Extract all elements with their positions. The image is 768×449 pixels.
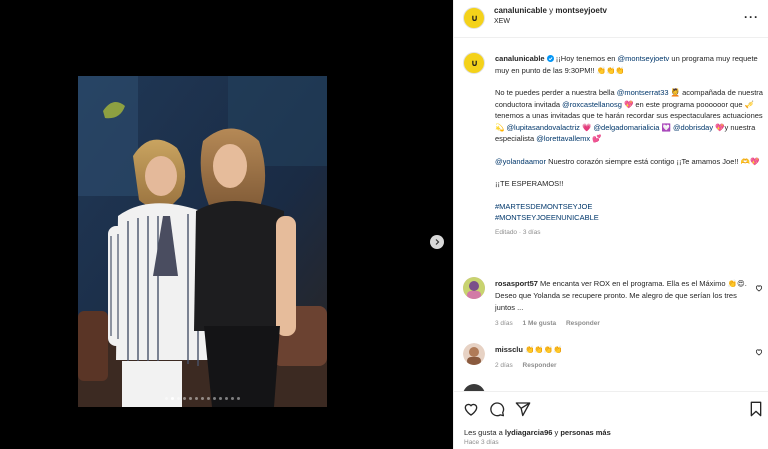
mention-link[interactable]: @delgadomarialicia (593, 123, 659, 132)
carousel-dot (225, 397, 228, 400)
unicable-logo-icon: ∪ (470, 12, 478, 23)
bookmark-icon (750, 401, 762, 417)
carousel-dot (171, 397, 174, 400)
likes-summary: Les gusta a lydiagarcia96 y personas más (464, 428, 611, 437)
photo-illustration (78, 76, 327, 407)
carousel-dot (189, 397, 192, 400)
media-pane (0, 0, 453, 449)
commenter-avatar[interactable] (463, 384, 485, 391)
caption-username[interactable]: canalunicable (495, 54, 545, 63)
mention-link[interactable]: @yolandaamor (495, 157, 546, 166)
caption-text: ¡¡TE ESPERAMOS!! (495, 179, 564, 188)
comment-icon (490, 402, 505, 417)
carousel-dot (219, 397, 222, 400)
comment-text: 👏👏👏👏 (522, 345, 563, 354)
carousel-dot (177, 397, 180, 400)
comment-likes[interactable]: 1 Me gusta (523, 320, 557, 327)
caption-text: 💕 (590, 134, 602, 143)
commenter-avatar[interactable] (463, 343, 485, 365)
carousel-dot (231, 397, 234, 400)
mention-link[interactable]: @lorettavallemx (536, 134, 590, 143)
carousel-dot (183, 397, 186, 400)
comment-item: rosasport57 Me encanta ver ROX en el pro… (495, 278, 757, 330)
account-link[interactable]: canalunicable (494, 6, 547, 15)
comment-button[interactable] (489, 401, 505, 417)
liker-username[interactable]: lydiagarcia96 (505, 428, 553, 437)
heart-icon (755, 285, 763, 292)
canalunicable-avatar[interactable]: ∪ (463, 7, 485, 29)
reply-button[interactable]: Responder (566, 320, 600, 327)
likes-prefix: Les gusta a (464, 428, 505, 437)
commenter-avatar[interactable] (463, 277, 485, 299)
caption-text: 💟 (659, 122, 673, 132)
comments-scroll[interactable]: ∪ canalunicable ¡¡Hoy tenemos en @montse… (454, 38, 768, 391)
unicable-logo-icon: ∪ (470, 57, 478, 68)
hashtag-link[interactable]: #MARTESDEMONTSEYJOE (495, 201, 763, 213)
hashtag-link[interactable]: #MONTSEYJOEENUNICABLE (495, 212, 763, 224)
chevron-right-icon (435, 239, 440, 245)
edited-timestamp: Editado · 3 días (495, 228, 541, 236)
send-icon (515, 402, 531, 417)
user-photo-icon (463, 343, 485, 365)
mention-link[interactable]: @roxcastellanosg (562, 100, 622, 109)
like-comment-button[interactable] (755, 348, 763, 358)
comment-age: 2 días (495, 362, 513, 369)
mention-link[interactable]: @montseyjoetv (618, 54, 670, 63)
carousel-dots (78, 397, 327, 400)
post-header: ∪ canalunicable y montseyjoetv XEW ··· (454, 0, 768, 38)
collaborator-link[interactable]: montseyjoetv (555, 6, 607, 15)
like-button[interactable] (463, 401, 479, 417)
like-comment-button[interactable] (755, 284, 763, 294)
mention-link[interactable]: @dobrisday (673, 123, 713, 132)
comment-meta: 3 días 1 Me gusta Responder (495, 318, 757, 330)
caption-avatar[interactable]: ∪ (463, 52, 485, 74)
comment-item: missclu 👏👏👏👏 2 días Responder (495, 344, 757, 372)
mention-link[interactable]: @montserrat33 (617, 88, 669, 97)
mention-link[interactable]: @lupitasandovalactriz (506, 123, 579, 132)
heart-icon (755, 349, 763, 356)
more-options-icon[interactable]: ··· (744, 10, 759, 24)
post-panel: ∪ canalunicable y montseyjoetv XEW ··· ∪… (453, 0, 768, 449)
reply-button[interactable]: Responder (523, 362, 557, 369)
instagram-post-modal: ∪ canalunicable y montseyjoetv XEW ··· ∪… (0, 0, 768, 449)
carousel-dot (195, 397, 198, 400)
header-subtitle[interactable]: XEW (494, 18, 510, 25)
carousel-dot (165, 397, 168, 400)
other-likers-link[interactable]: personas más (560, 428, 610, 437)
carousel-dot (201, 397, 204, 400)
caption-text: Nuestro corazón siempre está contigo ¡¡T… (545, 156, 760, 166)
heart-icon (464, 403, 478, 416)
caption-text: ¡¡Hoy tenemos en (555, 54, 618, 63)
comment-username[interactable]: missclu (495, 345, 523, 354)
comment-username[interactable]: rosasport57 (495, 279, 538, 288)
carousel-dot (237, 397, 240, 400)
user-photo-icon (463, 277, 485, 299)
caption-text: No te puedes perder a nuestra bella (495, 88, 617, 97)
next-slide-button[interactable] (430, 235, 444, 249)
post-time: Hace 3 días (464, 439, 499, 446)
post-caption: canalunicable ¡¡Hoy tenemos en @montseyj… (495, 53, 763, 238)
comment-age: 3 días (495, 320, 513, 327)
verified-badge-icon (546, 55, 554, 62)
post-photo[interactable] (78, 76, 327, 407)
carousel-dot (207, 397, 210, 400)
connector-text: y (549, 6, 554, 15)
comment-meta: 2 días Responder (495, 360, 757, 372)
action-bar: Les gusta a lydiagarcia96 y personas más… (454, 391, 768, 449)
save-button[interactable] (748, 401, 764, 417)
header-accounts: canalunicable y montseyjoetv (494, 6, 607, 15)
caption-text: 💗 (579, 122, 594, 132)
carousel-dot (213, 397, 216, 400)
share-button[interactable] (515, 401, 531, 417)
